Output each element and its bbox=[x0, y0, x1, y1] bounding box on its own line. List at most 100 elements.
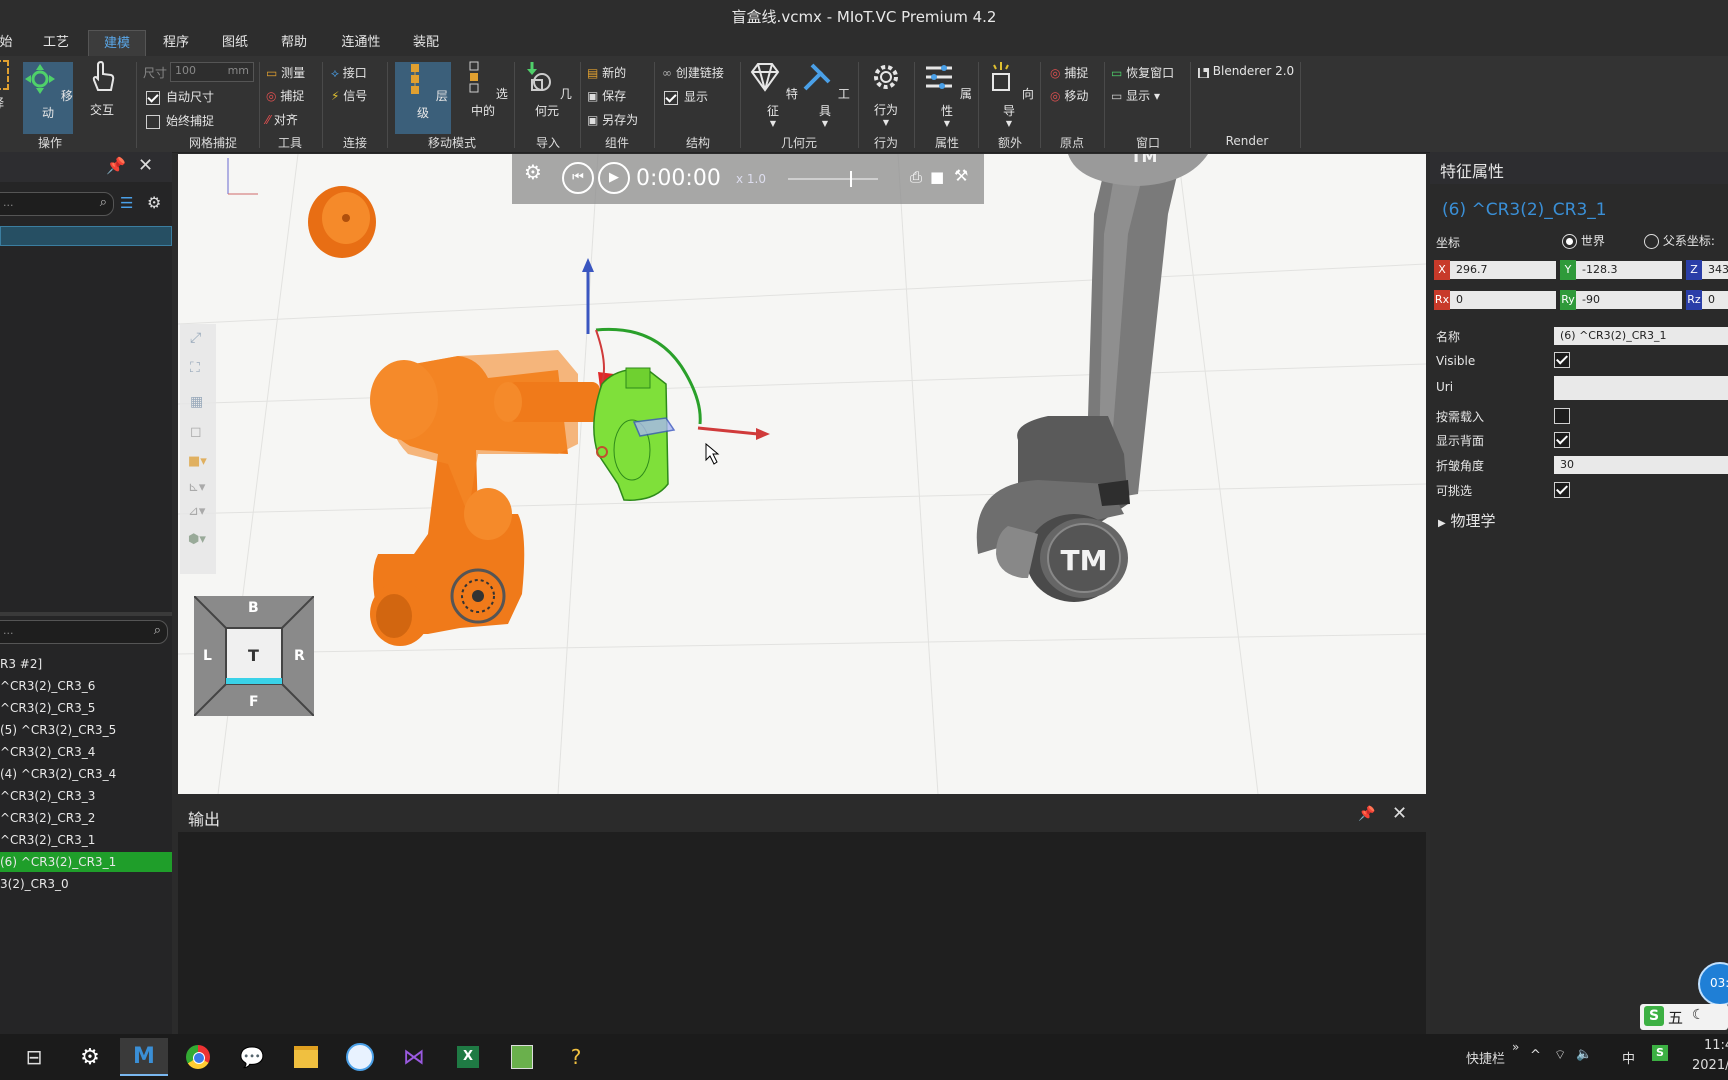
miot-vc-app-icon[interactable]: M bbox=[120, 1038, 168, 1076]
tool-button[interactable]: 工具 ▼ bbox=[800, 60, 850, 128]
close-icon[interactable]: ✕ bbox=[1392, 803, 1407, 824]
task-view-icon[interactable]: ⊟ bbox=[10, 1038, 58, 1076]
tree-item[interactable]: ^CR3(2)_CR3_1 bbox=[0, 830, 172, 850]
pin-icon[interactable]: 📌 bbox=[106, 156, 126, 175]
signal-button[interactable]: ⚡ 信号 bbox=[331, 87, 367, 104]
physics-expander[interactable]: ▶ 物理学 bbox=[1438, 510, 1496, 531]
flange-part[interactable] bbox=[308, 186, 376, 258]
file-explorer-icon[interactable] bbox=[282, 1038, 330, 1076]
hierarchy-mode-button[interactable]: 层级 bbox=[395, 62, 451, 134]
tree-item[interactable]: (4) ^CR3(2)_CR3_4 bbox=[0, 764, 172, 784]
move-button[interactable]: 移动 bbox=[23, 62, 73, 134]
filter-icon[interactable]: ☰ bbox=[120, 194, 133, 212]
fit-selection-icon[interactable]: ⛶ bbox=[190, 360, 200, 376]
visual-studio-icon[interactable]: ⋈ bbox=[390, 1038, 438, 1076]
rewind-button[interactable]: ⏮ bbox=[562, 162, 594, 194]
menu-process[interactable]: 工艺 bbox=[36, 30, 76, 56]
tree-item[interactable]: ^CR3(2)_CR3_5 bbox=[0, 698, 172, 718]
parent-radio[interactable]: 父系坐标: bbox=[1644, 232, 1715, 249]
snap-tool-button[interactable]: ◎ 捕捉 bbox=[266, 87, 304, 104]
fit-all-icon[interactable]: ⤢ bbox=[190, 330, 201, 346]
menu-connectivity[interactable]: 连通性 bbox=[334, 30, 388, 56]
3d-viewport[interactable]: TM TM ⚙ ⏮ ▶ 0:00:00 x 1.0 ⎙ ■ ⚒ ⤢ ⛶ ▦ ◻ … bbox=[178, 154, 1426, 794]
align-button[interactable]: ⁄⁄ 对齐 bbox=[266, 111, 298, 128]
blenderer-button[interactable]: ▙ Blenderer 2.0 bbox=[1198, 64, 1294, 78]
tree-item[interactable]: ^CR3(2)_CR3_4 bbox=[0, 742, 172, 762]
tree-item[interactable]: 3(2)_CR3_0 bbox=[0, 874, 172, 894]
rx-input[interactable]: 0 bbox=[1450, 291, 1556, 309]
video-camera-icon[interactable]: ■ bbox=[930, 168, 944, 186]
x-input[interactable]: 296.7 bbox=[1450, 261, 1556, 279]
selected-link-highlight[interactable] bbox=[593, 367, 669, 501]
selected-mode-button[interactable]: 选中的 bbox=[458, 60, 508, 119]
world-radio[interactable]: 世界 bbox=[1562, 232, 1605, 249]
volume-muted-icon[interactable]: 🔈 bbox=[1576, 1047, 1592, 1062]
scene[interactable]: TM TM bbox=[178, 154, 1426, 794]
settings-gear-icon[interactable]: ⚙ bbox=[66, 1038, 114, 1076]
help-app-icon[interactable]: ? bbox=[552, 1038, 600, 1076]
origin-move-button[interactable]: ◎ 移动 bbox=[1050, 87, 1088, 104]
structure-show-checkbox[interactable]: 显示 bbox=[664, 88, 708, 105]
excel-icon[interactable]: X bbox=[444, 1038, 492, 1076]
auto-size-checkbox[interactable]: 自动尺寸 bbox=[146, 88, 214, 105]
wizard-button[interactable]: 向导 ▼ bbox=[984, 60, 1034, 128]
tree-item[interactable]: ^CR3(2)_CR3_2 bbox=[0, 808, 172, 828]
wifi-icon[interactable]: ⌔ bbox=[1554, 1047, 1566, 1063]
menu-modeling[interactable]: 建模 bbox=[88, 30, 146, 57]
name-input[interactable]: (6) ^CR3(2)_CR3_1 bbox=[1554, 327, 1728, 345]
render-settings-icon[interactable]: ⚒ bbox=[954, 166, 968, 185]
grid-size-input[interactable]: 100 mm bbox=[170, 62, 254, 82]
z-input[interactable]: 343 bbox=[1702, 261, 1728, 279]
wechat-icon[interactable]: 💬 bbox=[228, 1038, 276, 1076]
pin-icon[interactable]: 📌 bbox=[1358, 806, 1375, 822]
navigation-cube[interactable]: B L T R F bbox=[193, 595, 315, 717]
component-search-input[interactable]: ... ⌕ bbox=[0, 192, 114, 216]
clock-time[interactable]: 11:4 bbox=[1704, 1038, 1728, 1053]
load-on-demand-checkbox[interactable] bbox=[1554, 408, 1570, 424]
double-chevron-icon[interactable]: » bbox=[1512, 1040, 1519, 1054]
navcube-left[interactable]: L bbox=[203, 648, 212, 664]
frames-display-icon[interactable]: ⊿▾ bbox=[188, 504, 205, 519]
tree-item[interactable]: ^CR3(2)_CR3_3 bbox=[0, 786, 172, 806]
speed-slider[interactable] bbox=[788, 178, 878, 180]
navcube-right[interactable]: R bbox=[294, 648, 305, 664]
tree-selected-root[interactable] bbox=[0, 226, 172, 246]
uri-input[interactable] bbox=[1554, 376, 1728, 400]
chrome-icon[interactable] bbox=[174, 1038, 222, 1076]
clock-date[interactable]: 2021/ bbox=[1692, 1058, 1728, 1073]
visible-checkbox[interactable] bbox=[1554, 352, 1570, 368]
notepad-icon[interactable] bbox=[498, 1038, 546, 1076]
ime-toolbar[interactable]: S 五 ☾ bbox=[1640, 1004, 1728, 1030]
shading-icon[interactable]: ⬢▾ bbox=[188, 532, 206, 547]
properties-button[interactable]: 属性 ▼ bbox=[922, 60, 972, 128]
play-button[interactable]: ▶ bbox=[598, 162, 630, 194]
tm-robot-arm[interactable]: TM TM bbox=[976, 154, 1208, 602]
sogou-tray-icon[interactable]: S bbox=[1652, 1045, 1668, 1061]
crease-angle-input[interactable]: 30 bbox=[1554, 456, 1728, 474]
save-component-button[interactable]: ▣ 保存 bbox=[587, 87, 626, 104]
y-input[interactable]: -128.3 bbox=[1576, 261, 1682, 279]
tree-item-selected[interactable]: (6) ^CR3(2)_CR3_1 bbox=[0, 852, 172, 872]
menu-assembly[interactable]: 装配 bbox=[406, 30, 446, 56]
navcube-front[interactable]: F bbox=[249, 694, 259, 710]
ry-input[interactable]: -90 bbox=[1576, 291, 1682, 309]
menu-program[interactable]: 程序 bbox=[156, 30, 196, 56]
menu-start[interactable]: 始 bbox=[0, 30, 16, 56]
tree-item[interactable]: (5) ^CR3(2)_CR3_5 bbox=[0, 720, 172, 740]
network-app-icon[interactable] bbox=[336, 1038, 384, 1076]
floating-timer-badge[interactable]: 03: bbox=[1698, 962, 1728, 1006]
view-mode-icon[interactable]: ▦ bbox=[190, 394, 203, 410]
menu-drawing[interactable]: 图纸 bbox=[215, 30, 255, 56]
quicklaunch-label[interactable]: 快捷栏 bbox=[1466, 1048, 1505, 1067]
window-show-dropdown[interactable]: ▭ 显示 ▾ bbox=[1111, 87, 1160, 104]
interface-button[interactable]: ⟡ 接口 bbox=[331, 64, 367, 81]
interact-button[interactable]: 交互 bbox=[80, 60, 124, 118]
rz-input[interactable]: 0 bbox=[1702, 291, 1728, 309]
tree-item[interactable]: ^CR3(2)_CR3_6 bbox=[0, 676, 172, 696]
close-icon[interactable]: ✕ bbox=[138, 155, 153, 176]
axis-display-icon[interactable]: ⊾▾ bbox=[188, 480, 205, 495]
new-component-button[interactable]: ▤ 新的 bbox=[587, 64, 626, 81]
navcube-top[interactable]: T bbox=[248, 646, 259, 665]
import-geometry-button[interactable]: 几何元 bbox=[520, 60, 574, 119]
select-button[interactable]: 择 bbox=[0, 60, 10, 111]
